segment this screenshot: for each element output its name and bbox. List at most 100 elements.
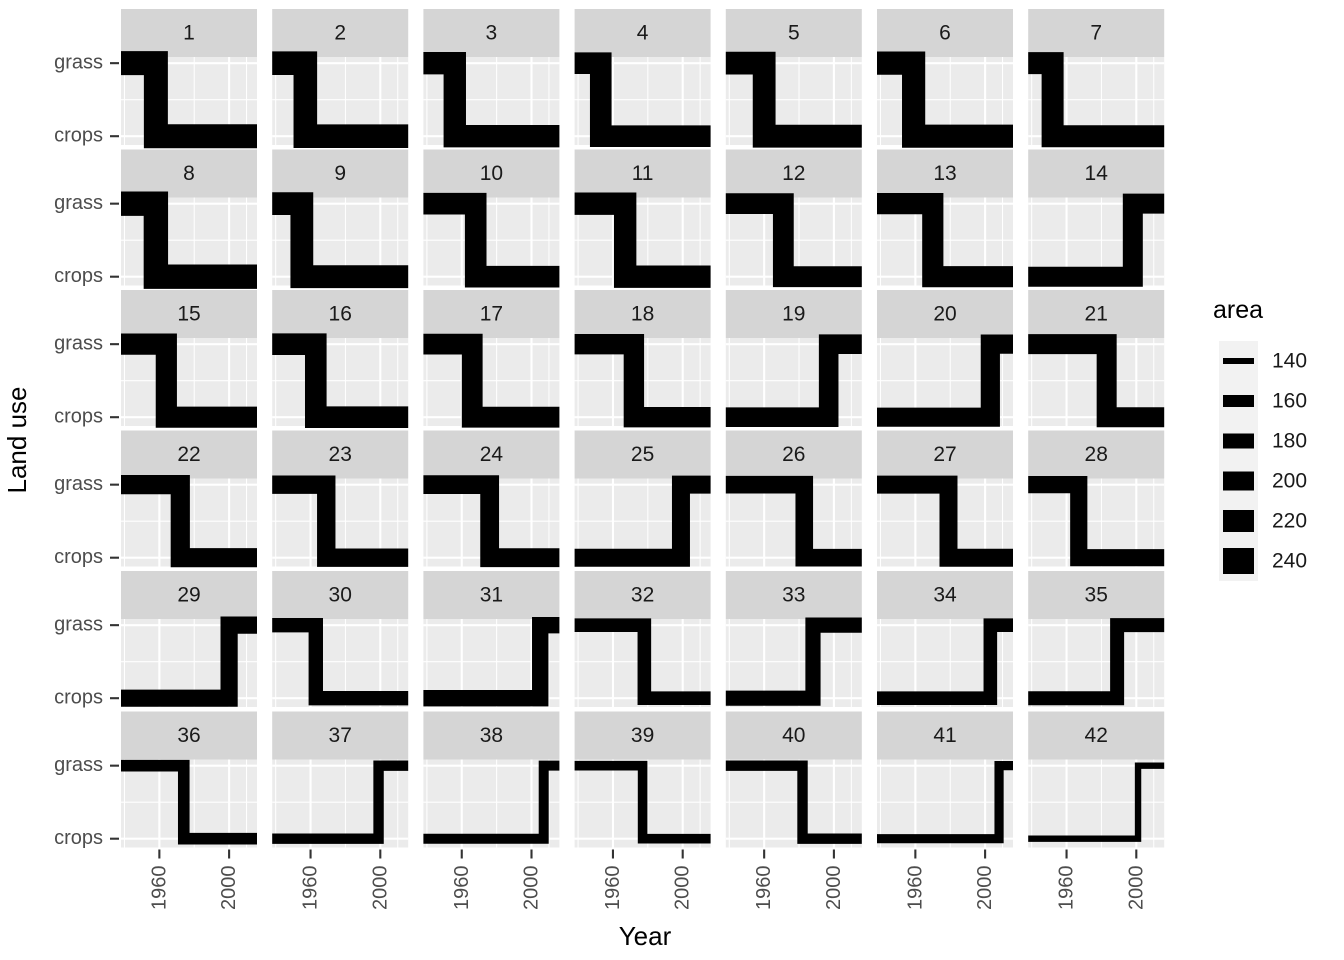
facet-panel-9: 9 bbox=[272, 149, 409, 289]
x-tick-label: 2000 bbox=[218, 866, 240, 911]
panel-background-42 bbox=[1028, 759, 1165, 848]
facet-panel-29: 29 bbox=[121, 571, 257, 707]
facet-panel-39: 39 bbox=[574, 711, 711, 848]
legend-key-label-220: 220 bbox=[1272, 510, 1307, 533]
x-tick-label: 2000 bbox=[369, 866, 391, 911]
facet-strip-label-36: 36 bbox=[177, 724, 200, 747]
x-tick-label: 1960 bbox=[300, 866, 322, 911]
facet-strip-label-8: 8 bbox=[183, 162, 195, 185]
facet-strip-label-10: 10 bbox=[480, 162, 503, 185]
facet-panel-18: 18 bbox=[574, 290, 711, 428]
facet-strip-label-26: 26 bbox=[782, 443, 805, 466]
legend-title: area bbox=[1213, 296, 1263, 324]
facet-panel-10: 10 bbox=[423, 149, 560, 288]
facet-strip-label-5: 5 bbox=[788, 22, 800, 45]
facet-panel-15: 15 bbox=[121, 290, 257, 428]
x-tick-label: 1960 bbox=[753, 866, 775, 911]
facet-panel-5: 5 bbox=[725, 9, 862, 148]
facet-strip-label-7: 7 bbox=[1090, 22, 1102, 45]
facet-strip-label-41: 41 bbox=[933, 724, 956, 747]
facet-strip-label-3: 3 bbox=[486, 22, 498, 45]
y-tick-label: grass bbox=[54, 613, 103, 635]
x-tick-label: 1960 bbox=[1056, 866, 1078, 911]
facet-strip-label-27: 27 bbox=[933, 443, 956, 466]
facet-panel-22: 22 bbox=[121, 430, 257, 568]
facet-panel-35: 35 bbox=[1028, 571, 1165, 707]
facet-strip-label-20: 20 bbox=[933, 303, 956, 326]
facet-panel-12: 12 bbox=[725, 149, 862, 288]
facet-panel-11: 11 bbox=[574, 149, 711, 288]
facet-strip-label-42: 42 bbox=[1085, 724, 1108, 747]
facet-strip-label-38: 38 bbox=[480, 724, 503, 747]
facet-panel-27: 27 bbox=[877, 430, 1013, 567]
facet-panel-20: 20 bbox=[877, 290, 1013, 427]
legend-keys-background bbox=[1219, 341, 1258, 581]
facet-strip-label-16: 16 bbox=[329, 303, 352, 326]
y-tick-label: crops bbox=[54, 124, 103, 146]
x-tick-label: 2000 bbox=[672, 866, 694, 911]
facet-panel-17: 17 bbox=[423, 290, 560, 428]
facet-panel-4: 4 bbox=[574, 9, 711, 147]
facet-strip-label-17: 17 bbox=[480, 303, 503, 326]
y-tick-label: crops bbox=[54, 686, 103, 708]
facet-strip-label-40: 40 bbox=[782, 724, 805, 747]
legend-key-label-160: 160 bbox=[1272, 390, 1307, 413]
y-tick-label: grass bbox=[54, 51, 103, 73]
facet-strip-label-13: 13 bbox=[933, 162, 956, 185]
facet-panel-32: 32 bbox=[574, 571, 711, 707]
facet-panel-28: 28 bbox=[1028, 430, 1165, 567]
facet-strip-label-15: 15 bbox=[177, 303, 200, 326]
facet-panel-34: 34 bbox=[877, 571, 1013, 707]
facet-strip-label-29: 29 bbox=[177, 584, 200, 607]
x-tick-label: 2000 bbox=[1125, 866, 1147, 911]
facet-panel-6: 6 bbox=[877, 9, 1013, 148]
facet-panel-7: 7 bbox=[1028, 9, 1165, 148]
y-tick-label: grass bbox=[54, 473, 103, 495]
faceted-step-chart: 1 2 3 4 5 6 7 8 9 10 11 12 13 14 15 16 17 18 19 20 21 22 23 24 2… bbox=[0, 0, 1344, 960]
facet-panel-25: 25 bbox=[574, 430, 711, 567]
facet-panel-1: 1 bbox=[121, 9, 257, 149]
facet-strip-label-4: 4 bbox=[637, 22, 649, 45]
facet-panel-38: 38 bbox=[423, 711, 560, 848]
facet-strip-label-1: 1 bbox=[183, 22, 195, 45]
legend-key-label-200: 200 bbox=[1272, 470, 1307, 493]
facet-panel-41: 41 bbox=[877, 711, 1013, 848]
facet-strip-label-32: 32 bbox=[631, 584, 654, 607]
facet-panel-19: 19 bbox=[725, 290, 862, 427]
facet-panel-16: 16 bbox=[272, 290, 409, 428]
facet-strip-label-6: 6 bbox=[939, 22, 951, 45]
y-tick-label: crops bbox=[54, 546, 103, 568]
facet-panel-23: 23 bbox=[272, 430, 409, 567]
facet-strip-label-31: 31 bbox=[480, 584, 503, 607]
facet-strip-label-12: 12 bbox=[782, 162, 805, 185]
facet-panel-8: 8 bbox=[121, 149, 257, 289]
facet-panel-13: 13 bbox=[877, 149, 1013, 288]
y-tick-label: grass bbox=[54, 332, 103, 354]
facet-strip-label-24: 24 bbox=[480, 443, 504, 466]
facet-panel-36: 36 bbox=[121, 711, 257, 848]
x-tick-label: 1960 bbox=[904, 866, 926, 911]
facet-strip-label-9: 9 bbox=[334, 162, 346, 185]
y-axis-title: Land use bbox=[2, 387, 32, 494]
facet-strip-label-35: 35 bbox=[1085, 584, 1108, 607]
facet-panel-37: 37 bbox=[272, 711, 409, 848]
facet-panel-3: 3 bbox=[423, 9, 560, 148]
legend-key-label-180: 180 bbox=[1272, 430, 1307, 453]
facet-panel-42: 42 bbox=[1028, 711, 1165, 848]
facet-strip-label-34: 34 bbox=[933, 584, 957, 607]
chart-svg: 1 2 3 4 5 6 78 9 10 11 12 13 1415 16 17 18 19 20 2122 23 24 2… bbox=[2, 9, 1307, 951]
facet-strip-label-33: 33 bbox=[782, 584, 805, 607]
facet-strip-label-21: 21 bbox=[1085, 303, 1108, 326]
facet-strip-label-28: 28 bbox=[1085, 443, 1108, 466]
facet-panel-40: 40 bbox=[725, 711, 862, 848]
y-tick-label: crops bbox=[54, 827, 103, 849]
facet-strip-label-23: 23 bbox=[329, 443, 352, 466]
x-tick-label: 2000 bbox=[521, 866, 543, 911]
y-tick-label: grass bbox=[54, 754, 103, 776]
x-tick-label: 1960 bbox=[602, 866, 624, 911]
legend-key-label-140: 140 bbox=[1272, 350, 1307, 373]
x-tick-label: 1960 bbox=[451, 866, 473, 911]
x-axis-title: Year bbox=[619, 921, 672, 951]
facet-strip-label-19: 19 bbox=[782, 303, 805, 326]
y-tick-label: grass bbox=[54, 192, 103, 214]
